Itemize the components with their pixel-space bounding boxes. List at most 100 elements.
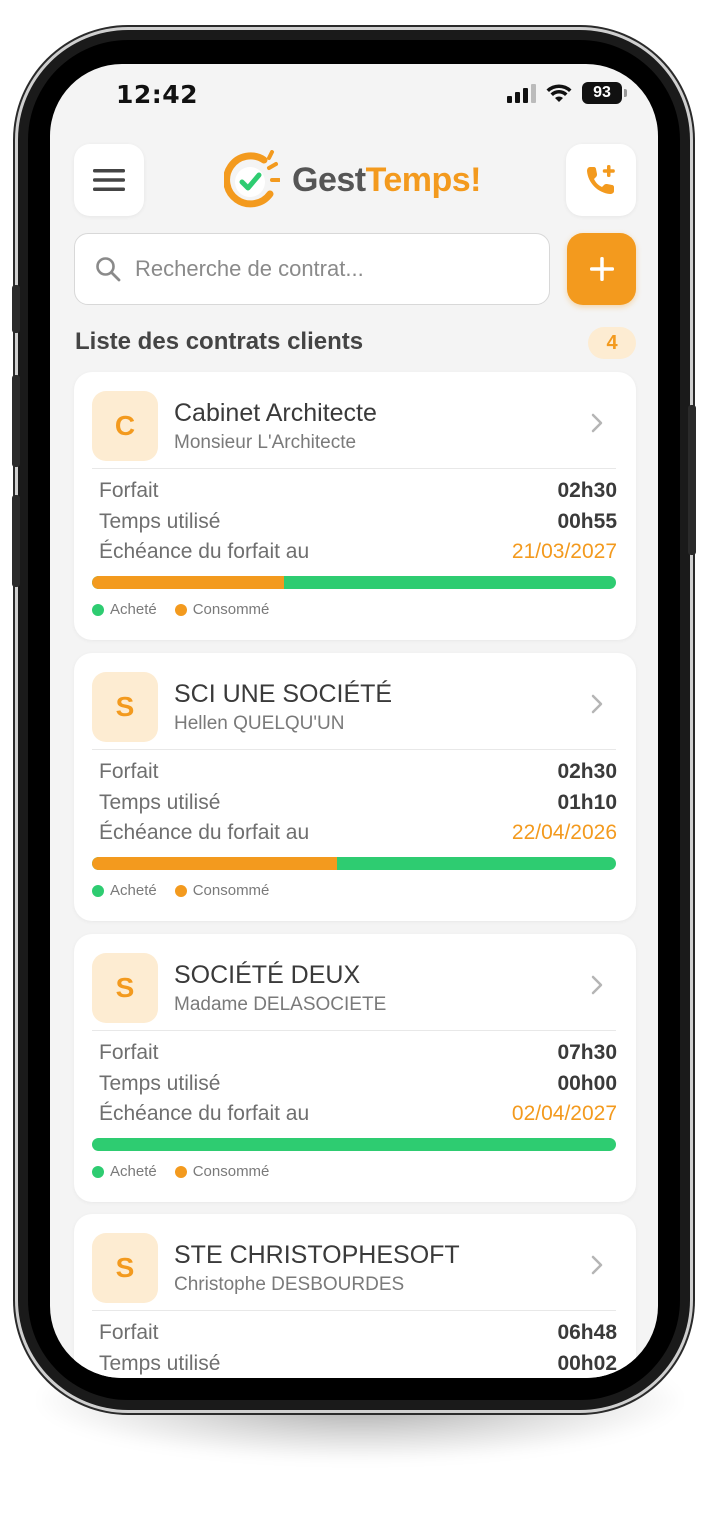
echeance-value: 22/04/2026 — [511, 821, 617, 844]
green-dot-icon — [92, 1165, 104, 1178]
legend-achete-label: Acheté — [110, 601, 157, 618]
orange-dot-icon — [174, 603, 187, 616]
temps-row: Temps utilisé 00h55 — [99, 510, 617, 534]
legend: Acheté Consommé — [92, 601, 269, 618]
legend: Acheté Consommé — [92, 882, 269, 899]
usage-progress-bar — [92, 857, 616, 870]
echeance-label: Échéance du forfait au — [99, 1102, 310, 1125]
echeance-row: Échéance du forfait au 02/04/2027 — [99, 1102, 617, 1126]
temps-value: 01h10 — [557, 791, 617, 814]
legend-consomme: Consommé — [174, 882, 270, 899]
green-dot-icon — [92, 603, 104, 616]
search-input[interactable]: Recherche de contrat... — [74, 233, 550, 305]
logo-text-temps: Temps! — [365, 160, 482, 199]
chevron-right-icon — [591, 694, 603, 714]
avatar: S — [92, 953, 158, 1023]
list-title: Liste des contrats clients — [75, 328, 364, 355]
client-name: SOCIÉTÉ DEUX — [174, 961, 361, 989]
avatar: C — [92, 391, 158, 461]
legend-achete: Acheté — [92, 601, 157, 618]
client-name: Cabinet Architecte — [174, 399, 377, 427]
menu-button[interactable] — [74, 144, 144, 216]
client-contact: Monsieur L'Architecte — [174, 432, 357, 453]
forfait-row: Forfait 07h30 — [99, 1041, 617, 1065]
app-logo: GestTemps! — [224, 150, 481, 210]
forfait-value: 02h30 — [557, 479, 617, 502]
forfait-value: 07h30 — [557, 1041, 617, 1064]
legend-achete: Acheté — [92, 1163, 157, 1180]
status-time: 12:42 — [116, 80, 199, 109]
temps-label: Temps utilisé — [99, 1072, 221, 1095]
green-dot-icon — [92, 884, 104, 897]
power-button — [688, 405, 696, 555]
legend-consomme-label: Consommé — [192, 882, 270, 899]
card-divider — [92, 1310, 616, 1311]
search-placeholder: Recherche de contrat... — [135, 256, 364, 281]
plus-icon — [589, 257, 614, 281]
volume-up-button — [12, 375, 20, 467]
contract-card[interactable]: S SOCIÉTÉ DEUX Madame DELASOCIETE Forfai… — [74, 934, 636, 1202]
legend-achete: Acheté — [92, 882, 157, 899]
forfait-row: Forfait 02h30 — [99, 479, 617, 503]
logo-text-gest: Gest — [292, 160, 366, 199]
echeance-row: Échéance du forfait au 21/03/2027 — [99, 540, 617, 564]
legend: Acheté Consommé — [92, 1163, 269, 1180]
app-screen: 12:42 93 GestTemps! Recherche de contrat… — [50, 64, 658, 1378]
echeance-value: 21/03/2027 — [511, 540, 617, 563]
call-button[interactable] — [566, 144, 636, 216]
orange-dot-icon — [174, 884, 187, 897]
forfait-row: Forfait 06h48 — [99, 1321, 617, 1345]
forfait-value: 06h48 — [557, 1321, 617, 1344]
temps-row: Temps utilisé 00h02 — [99, 1352, 617, 1376]
legend-consomme: Consommé — [174, 601, 269, 618]
chevron-right-icon — [591, 1255, 603, 1275]
temps-value: 00h00 — [557, 1072, 617, 1095]
echeance-label: Échéance du forfait au — [99, 821, 310, 844]
temps-row: Temps utilisé 00h00 — [99, 1072, 617, 1096]
client-contact: Madame DELASOCIETE — [174, 994, 387, 1015]
mute-switch — [12, 285, 20, 333]
contract-count-badge: 4 — [588, 327, 636, 359]
contract-card[interactable]: S SCI UNE SOCIÉTÉ Hellen QUELQU'UN Forfa… — [74, 653, 636, 921]
temps-label: Temps utilisé — [99, 791, 221, 814]
client-name: STE CHRISTOPHESOFT — [174, 1241, 460, 1269]
contract-card[interactable]: C Cabinet Architecte Monsieur L'Architec… — [74, 372, 636, 640]
add-contract-button[interactable] — [567, 233, 636, 305]
avatar: S — [92, 1233, 158, 1303]
forfait-label: Forfait — [99, 479, 159, 502]
temps-value: 00h55 — [557, 510, 617, 533]
forfait-label: Forfait — [99, 1321, 159, 1344]
client-contact: Hellen QUELQU'UN — [174, 713, 345, 734]
clock-check-icon — [224, 150, 280, 208]
echeance-row: Échéance du forfait au 22/04/2026 — [99, 821, 617, 845]
consumed-fill — [92, 857, 337, 870]
usage-progress-bar — [92, 576, 616, 589]
echeance-value: 02/04/2027 — [511, 1102, 617, 1125]
forfait-value: 02h30 — [557, 760, 617, 783]
card-divider — [92, 749, 616, 750]
cellular-signal-icon — [507, 83, 536, 103]
chevron-right-icon — [591, 975, 603, 995]
echeance-label: Échéance du forfait au — [99, 540, 310, 563]
contract-card[interactable]: S STE CHRISTOPHESOFT Christophe DESBOURD… — [74, 1214, 636, 1378]
legend-consomme: Consommé — [174, 1163, 270, 1180]
card-divider — [92, 468, 616, 469]
search-icon — [96, 257, 121, 282]
phone-plus-icon — [587, 165, 615, 194]
forfait-row: Forfait 02h30 — [99, 760, 617, 784]
client-contact: Christophe DESBOURDES — [174, 1274, 405, 1295]
legend-consomme-label: Consommé — [192, 1163, 270, 1180]
volume-down-button — [12, 495, 20, 587]
temps-row: Temps utilisé 01h10 — [99, 791, 617, 815]
temps-label: Temps utilisé — [99, 510, 221, 533]
orange-dot-icon — [174, 1165, 187, 1178]
forfait-label: Forfait — [99, 1041, 159, 1064]
avatar: S — [92, 672, 158, 742]
legend-achete-label: Acheté — [110, 1163, 157, 1180]
forfait-label: Forfait — [99, 760, 159, 783]
legend-achete-label: Acheté — [110, 882, 157, 899]
card-divider — [92, 1030, 616, 1031]
consumed-fill — [92, 576, 285, 589]
status-icons: 93 — [507, 82, 627, 104]
chevron-right-icon — [591, 413, 603, 433]
